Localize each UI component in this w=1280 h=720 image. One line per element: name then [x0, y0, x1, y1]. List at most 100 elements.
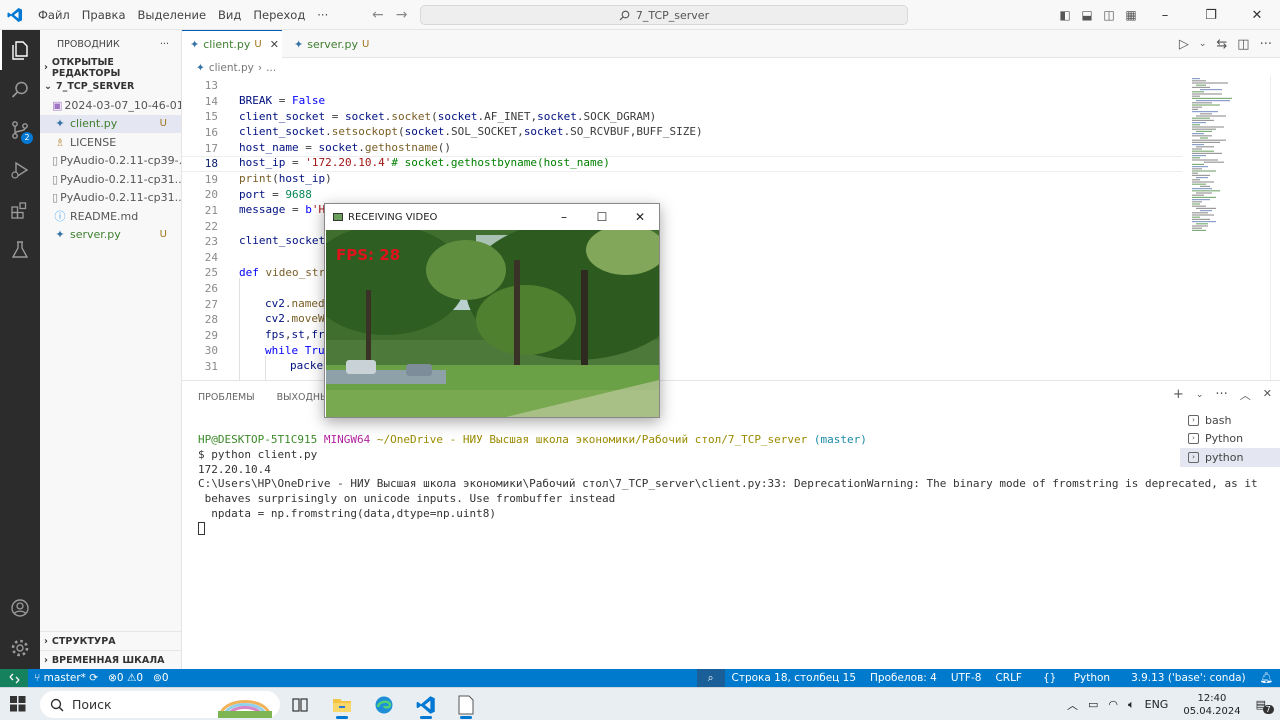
ports-status[interactable]: ⊚0 — [153, 672, 169, 684]
terminal-item-bash[interactable]: › bash — [1180, 411, 1280, 430]
battery-icon[interactable]: ▭ — [1083, 698, 1103, 711]
toggle-panel-icon[interactable]: ⬓ — [1076, 8, 1098, 22]
file-item[interactable]: ✦ client.py U — [40, 114, 181, 133]
sync-icon[interactable]: ⟳ — [89, 672, 98, 684]
edge-browser-icon[interactable] — [368, 691, 400, 719]
maximize-panel-icon[interactable]: ︿ — [1240, 387, 1251, 403]
menu-more[interactable]: ··· — [311, 0, 334, 30]
compare-icon[interactable]: ⇆ — [1216, 37, 1227, 52]
run-debug-icon[interactable] — [0, 150, 40, 190]
search-icon[interactable] — [0, 70, 40, 110]
notepad-icon[interactable] — [450, 691, 482, 719]
split-editor-icon[interactable]: ◫ — [1237, 37, 1249, 52]
file-item[interactable]: ▯ PyAudio-0.2.11-cp31... — [40, 170, 181, 189]
file-item[interactable]: ▯ PyAudio-0.2.11-cp31... — [40, 189, 181, 208]
remote-icon[interactable] — [0, 669, 28, 687]
tab-problems[interactable]: ПРОБЛЕМЫ — [198, 392, 255, 403]
indentation[interactable]: Пробелов: 4 — [863, 669, 944, 687]
file-item[interactable]: ⓘ README.md — [40, 207, 181, 226]
volume-icon[interactable]: 🔈︎ — [1123, 698, 1140, 712]
maximize-button[interactable]: ☐ — [583, 204, 621, 230]
tab-client-py[interactable]: ✦ client.py U ✕ — [182, 30, 282, 58]
language-mode[interactable]: {} Python — [1029, 669, 1124, 687]
keyboard-language[interactable]: ENG — [1140, 698, 1174, 711]
receiving-video-window[interactable]: RECEIVING VIDEO – ☐ ✕ FPS: 28 — [324, 203, 660, 418]
outline-section[interactable]: › СТРУКТУРА — [40, 631, 182, 650]
chevron-down-icon[interactable]: ⌄ — [1199, 39, 1207, 49]
breadcrumb-rest[interactable]: ... — [266, 62, 276, 74]
menu-edit[interactable]: Правка — [76, 0, 132, 30]
open-editors-section[interactable]: › ОТКРЫТЫЕ РЕДАКТОРЫ — [40, 57, 181, 79]
source-control-icon[interactable]: 2 — [0, 110, 40, 150]
terminal-output[interactable]: HP@DESKTOP-5T1C915 MINGW64 ~/OneDrive - … — [198, 433, 1258, 537]
file-item[interactable]: ▯ PyAudio-0.2.11-cp39-... — [40, 152, 181, 171]
editor-scrollbar[interactable] — [1270, 76, 1280, 380]
taskbar-search[interactable]: Поиск — [40, 691, 280, 718]
extensions-icon[interactable] — [0, 190, 40, 230]
branch-name: master* — [43, 672, 86, 684]
line-number: 16 — [204, 126, 218, 140]
close-icon[interactable]: ✕ — [270, 38, 279, 51]
chevron-up-icon[interactable]: ︿ — [1062, 697, 1083, 713]
new-terminal-icon[interactable]: + — [1173, 387, 1184, 403]
file-item[interactable]: ▣2024-03-07_10-46-01... — [40, 96, 181, 115]
minimap-line — [1192, 157, 1200, 159]
toggle-secondary-sidebar-icon[interactable]: ◫ — [1098, 8, 1120, 22]
explorer-icon[interactable] — [0, 30, 40, 70]
encoding[interactable]: UTF-8 — [944, 669, 989, 687]
file-item[interactable]: ♗ LICENSE — [40, 133, 181, 152]
timeline-section[interactable]: › ВРЕМЕННАЯ ШКАЛА — [40, 650, 182, 669]
line-endings[interactable]: CRLF — [988, 669, 1029, 687]
clock[interactable]: 12:40 05.04.2024 — [1173, 692, 1250, 718]
problems-status[interactable]: ⊗0 ⚠0 — [108, 672, 143, 684]
minimap-line — [1192, 225, 1208, 227]
toggle-primary-sidebar-icon[interactable]: ◧ — [1054, 8, 1076, 22]
vscode-taskbar-icon[interactable] — [410, 691, 442, 719]
terminal-cursor-line — [198, 522, 1178, 537]
command-center[interactable]: 7_TCP_server — [420, 5, 908, 25]
account-icon[interactable] — [0, 588, 40, 628]
file-item[interactable]: ✦ server.py U — [40, 226, 181, 245]
zoom-icon[interactable]: ⌕ — [696, 669, 725, 687]
minimap[interactable] — [1186, 76, 1270, 380]
gear-icon[interactable] — [0, 628, 40, 668]
tab-server-py[interactable]: ✦ server.py U — [286, 30, 377, 58]
menu-go[interactable]: Переход — [247, 0, 311, 30]
minimize-button[interactable]: – — [1142, 8, 1188, 23]
windows-start-icon[interactable] — [10, 696, 26, 715]
menu-view[interactable]: Вид — [212, 0, 247, 30]
maximize-button[interactable]: ❐ — [1188, 8, 1234, 23]
wifi-icon[interactable]: ◠ — [1103, 698, 1123, 711]
close-panel-icon[interactable]: ✕ — [1263, 387, 1272, 403]
notifications-bell-icon[interactable]: 🔔︎ — [1253, 669, 1280, 687]
minimize-button[interactable]: – — [545, 204, 583, 230]
chevron-down-icon[interactable]: ⌄ — [1196, 387, 1204, 403]
branch-status[interactable]: ⑂ master* ⟳ — [34, 672, 98, 684]
testing-icon[interactable] — [0, 230, 40, 270]
minimap-line — [1200, 113, 1212, 115]
menu-selection[interactable]: Выделение — [132, 0, 213, 30]
cursor-position[interactable]: Строка 18, столбец 15 — [725, 669, 864, 687]
line-number: 14 — [204, 94, 218, 108]
close-button[interactable]: ✕ — [1234, 8, 1280, 23]
file-name: client.py — [70, 117, 118, 131]
more-actions-icon[interactable]: ··· — [160, 39, 169, 50]
back-arrow-icon[interactable]: ← — [372, 0, 384, 30]
run-icon[interactable]: ▷ — [1179, 37, 1189, 52]
minimap-line — [1192, 128, 1216, 130]
terminal-item-python-active[interactable]: › python — [1180, 448, 1280, 467]
more-actions-icon[interactable]: ··· — [1260, 37, 1272, 52]
breadcrumb-file[interactable]: client.py — [209, 62, 254, 74]
more-actions-icon[interactable]: ··· — [1215, 387, 1227, 403]
forward-arrow-icon[interactable]: → — [396, 0, 408, 30]
close-button[interactable]: ✕ — [621, 204, 659, 230]
customize-layout-icon[interactable]: ▦ — [1120, 8, 1142, 22]
notification-center-icon[interactable]: ▤ 7 — [1251, 698, 1280, 714]
task-view-icon[interactable] — [284, 691, 316, 719]
project-section[interactable]: ⌄ 7_TCP_SERVER — [40, 77, 181, 96]
terminal-item-python[interactable]: › Python — [1180, 430, 1280, 449]
python-interpreter[interactable]: 3.9.13 ('base': conda) — [1124, 669, 1253, 687]
file-explorer-icon[interactable] — [326, 691, 358, 719]
menu-file[interactable]: Файл — [32, 0, 76, 30]
vscode-logo-icon[interactable] — [0, 0, 30, 30]
